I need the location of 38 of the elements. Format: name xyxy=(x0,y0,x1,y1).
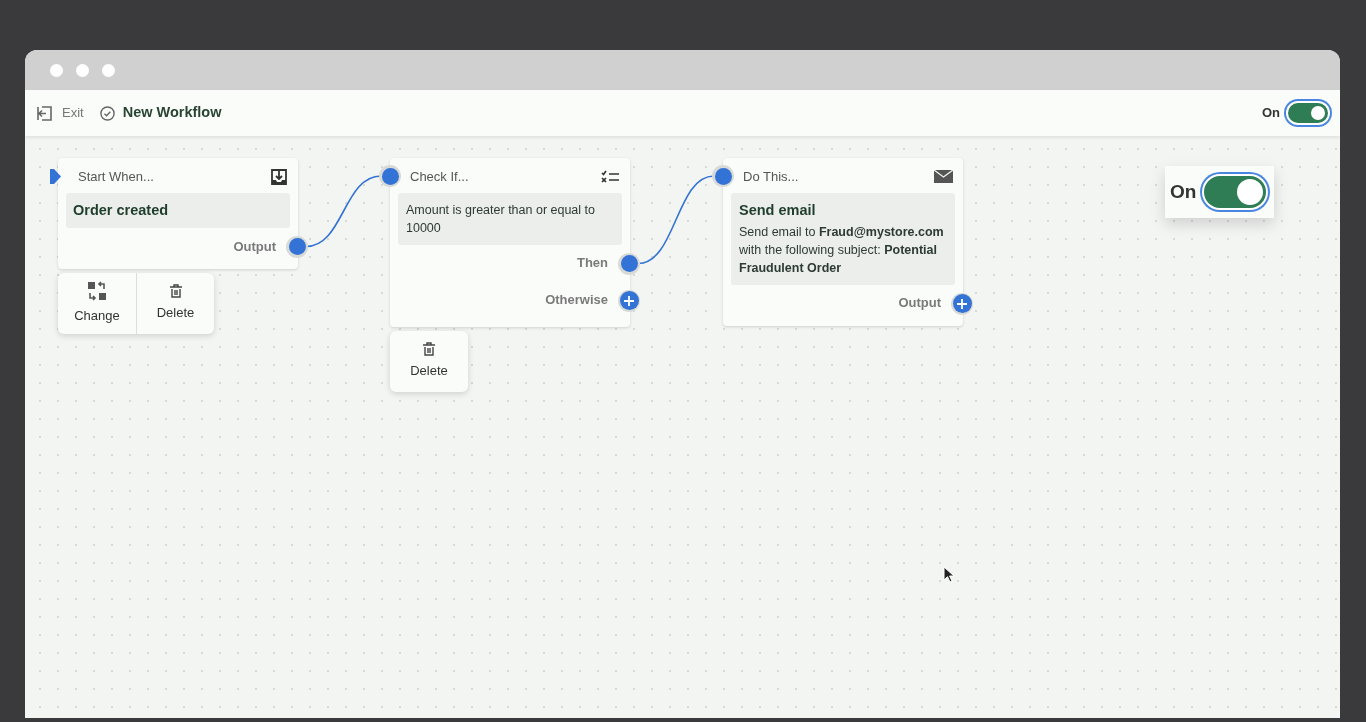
start-marker-icon xyxy=(50,169,61,184)
node-title: Order created xyxy=(66,192,290,229)
check-circle-icon xyxy=(99,105,115,121)
output-label: Output xyxy=(233,238,276,256)
action-button[interactable]: Delete xyxy=(390,331,468,392)
window-dot[interactable] xyxy=(50,63,63,77)
exit-button[interactable]: Exit xyxy=(37,103,84,123)
node-card[interactable]: Start When... Order created Output xyxy=(58,158,298,270)
output-label: Then xyxy=(576,254,608,273)
download-tray-icon xyxy=(270,167,288,186)
node-header: Do This... xyxy=(743,168,799,186)
action-button[interactable]: Change xyxy=(58,273,136,334)
mouse-pointer-icon xyxy=(943,566,955,583)
node-card[interactable]: Do This... Send email Send email to Fraud@mystore.com with the following subject: Potential Fraudulent Order Output xyxy=(723,158,963,326)
trash-icon xyxy=(168,284,183,299)
node-header: Start When... xyxy=(78,168,154,186)
window-dot[interactable] xyxy=(102,63,115,77)
toggle-label: On xyxy=(1261,104,1280,123)
action-description: Send email to Fraud@mystore.com with the following subject: Potential Fraudulent Order xyxy=(739,223,945,277)
workflow-title: New Workflow xyxy=(122,103,222,123)
condition-text: Amount is greater than or equal to 10000 xyxy=(398,192,622,245)
toggle-label: On xyxy=(1170,179,1197,204)
window-dot[interactable] xyxy=(76,63,89,77)
swap-icon xyxy=(87,281,107,302)
checklist-icon xyxy=(601,170,620,184)
output-label: Output xyxy=(898,294,941,313)
node-card[interactable]: Check If... Amount is greater than or equal to 10000 Then Otherwise xyxy=(390,158,630,327)
node-header: Check If... xyxy=(410,168,469,186)
plus-icon xyxy=(957,298,967,309)
exit-icon xyxy=(37,105,53,121)
node-title: Send email xyxy=(739,200,817,219)
input-port[interactable] xyxy=(712,165,734,187)
plus-icon xyxy=(624,295,634,306)
envelope-icon xyxy=(934,170,953,184)
output-label: Otherwise xyxy=(545,291,608,310)
trash-icon xyxy=(422,342,436,357)
action-button[interactable]: Delete xyxy=(136,273,214,334)
input-port[interactable] xyxy=(379,165,401,187)
